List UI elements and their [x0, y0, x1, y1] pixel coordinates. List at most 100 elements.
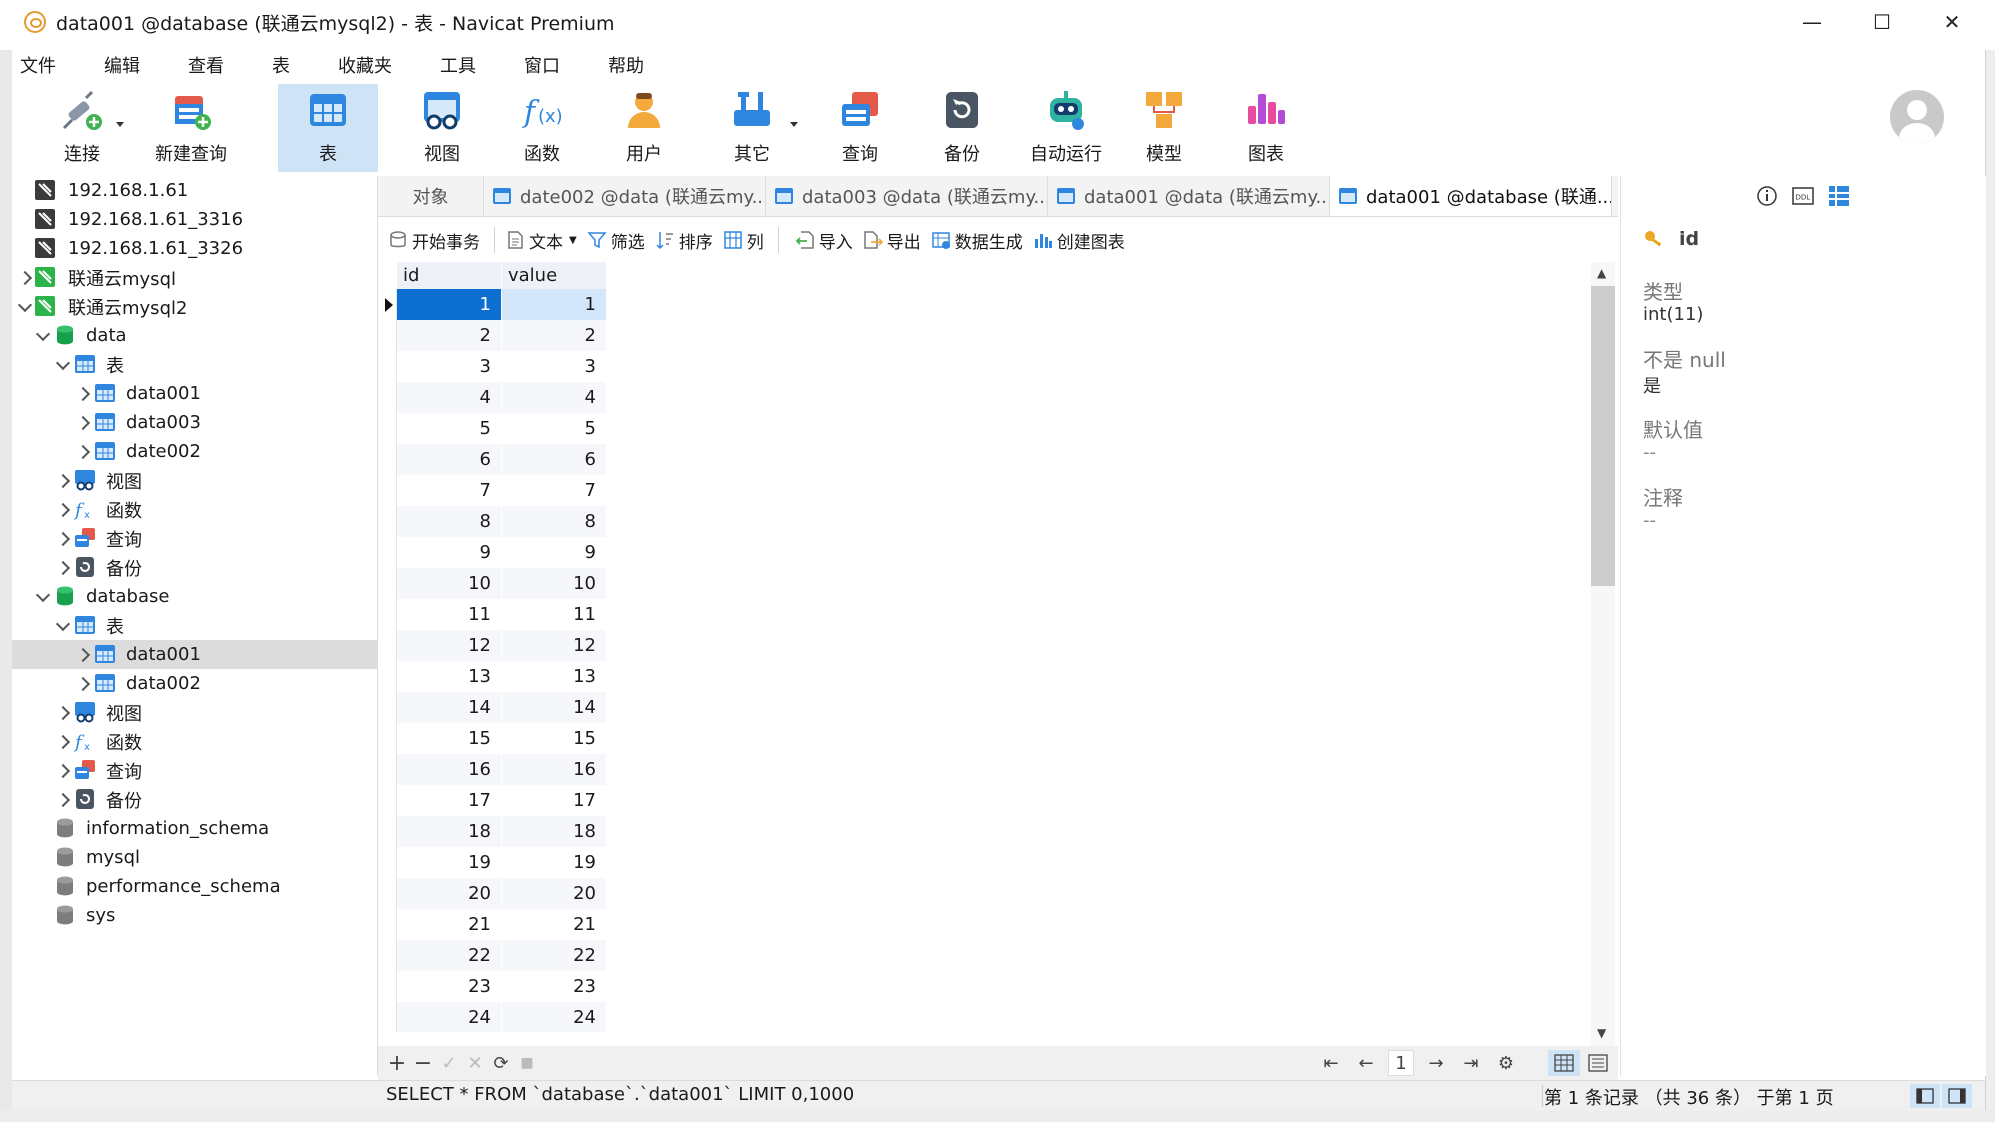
chevron-right-icon[interactable]	[17, 270, 33, 286]
cell-id[interactable]: 8	[397, 506, 502, 537]
menu-favorites[interactable]: 收藏夹	[338, 52, 392, 78]
table-row[interactable]: 55	[381, 413, 607, 444]
chevron-right-icon[interactable]	[55, 763, 71, 779]
cell-value[interactable]: 13	[502, 661, 607, 692]
cell-id[interactable]: 24	[397, 1002, 502, 1032]
row-marker[interactable]	[381, 475, 397, 506]
menu-tools[interactable]: 工具	[440, 52, 476, 78]
cell-value[interactable]: 1	[502, 289, 607, 320]
cell-value[interactable]: 23	[502, 971, 607, 1002]
row-marker[interactable]	[381, 971, 397, 1002]
toolbar-view-button[interactable]: 视图	[394, 84, 490, 172]
close-button[interactable]: ✕	[1917, 0, 1987, 44]
tree-item[interactable]: 查询	[12, 524, 377, 553]
row-marker[interactable]	[381, 878, 397, 909]
table-row[interactable]: 14 14	[381, 692, 607, 723]
table-row[interactable]: 11 11	[381, 599, 607, 630]
text-view-button[interactable]: 文本 ▼	[505, 228, 577, 253]
table-row[interactable]: 18 18	[381, 816, 607, 847]
scroll-down-icon[interactable]: ▼	[1597, 1026, 1606, 1040]
tree-item[interactable]: 表	[12, 350, 377, 379]
toolbar-user-button[interactable]: 用户	[596, 84, 692, 172]
chevron-down-icon[interactable]	[17, 297, 33, 313]
tab-data001-data[interactable]: data001 @data (联通云my...	[1048, 176, 1330, 216]
cell-id[interactable]: 9	[397, 537, 502, 568]
tab-data001-database[interactable]: data001 @database (联通...	[1330, 176, 1612, 216]
prev-page-button[interactable]: ←	[1353, 1050, 1379, 1076]
chevron-right-icon[interactable]	[75, 444, 91, 460]
chevron-right-icon[interactable]	[55, 734, 71, 750]
row-marker[interactable]	[381, 537, 397, 568]
table-row[interactable]: 10 10	[381, 568, 607, 599]
first-page-button[interactable]: ⇤	[1318, 1050, 1344, 1076]
table-row[interactable]: 21 21	[381, 909, 607, 940]
data-generation-button[interactable]: 数据生成	[931, 228, 1023, 253]
cell-id[interactable]: 20	[397, 878, 502, 909]
tree-item[interactable]: 192.168.1.61_3316	[12, 205, 377, 234]
chevron-right-icon[interactable]	[55, 560, 71, 576]
row-marker[interactable]	[381, 1002, 397, 1032]
chevron-right-icon[interactable]	[55, 531, 71, 547]
toolbar-chart-button[interactable]: 图表	[1218, 84, 1314, 172]
tab-objects[interactable]: 对象	[378, 176, 484, 216]
cell-id[interactable]: 14	[397, 692, 502, 723]
columns-button[interactable]: 列	[723, 228, 764, 253]
cell-id[interactable]: 18	[397, 816, 502, 847]
cell-value[interactable]: 24	[502, 1002, 607, 1032]
chevron-right-icon[interactable]	[75, 415, 91, 431]
menu-edit[interactable]: 编辑	[104, 52, 140, 78]
tree-item[interactable]: data003	[12, 408, 377, 437]
row-marker[interactable]	[381, 692, 397, 723]
table-row[interactable]: 24 24	[381, 1002, 607, 1032]
grid-view-button[interactable]	[1548, 1050, 1580, 1076]
table-row[interactable]: 20 20	[381, 878, 607, 909]
cell-value[interactable]: 5	[502, 413, 607, 444]
cell-value[interactable]: 17	[502, 785, 607, 816]
table-row[interactable]: 22	[381, 320, 607, 351]
tree-item[interactable]: 视图	[12, 466, 377, 495]
row-marker[interactable]	[381, 785, 397, 816]
toolbar-query-button[interactable]: 查询	[812, 84, 908, 172]
other-dropdown-icon[interactable]	[790, 122, 798, 127]
scrollbar-thumb[interactable]	[1591, 286, 1615, 586]
chevron-right-icon[interactable]	[55, 473, 71, 489]
tree-item[interactable]: database	[12, 582, 377, 611]
menu-help[interactable]: 帮助	[608, 52, 644, 78]
cell-id[interactable]: 10	[397, 568, 502, 599]
table-row[interactable]: 13 13	[381, 661, 607, 692]
menu-view[interactable]: 查看	[188, 52, 224, 78]
tree-item[interactable]: 192.168.1.61	[12, 176, 377, 205]
cell-value[interactable]: 18	[502, 816, 607, 847]
grid-vertical-scrollbar[interactable]: ▲ ▼	[1591, 262, 1615, 1046]
tab-data003-data[interactable]: data003 @data (联通云my...	[766, 176, 1048, 216]
row-marker[interactable]	[381, 320, 397, 351]
chevron-right-icon[interactable]	[55, 792, 71, 808]
tab-date002-data[interactable]: date002 @data (联通云my...	[484, 176, 766, 216]
cell-value[interactable]: 10	[502, 568, 607, 599]
table-row[interactable]: 66	[381, 444, 607, 475]
menu-window[interactable]: 窗口	[524, 52, 560, 78]
toolbar-connect-button[interactable]: 连接	[36, 84, 128, 172]
cell-id[interactable]: 23	[397, 971, 502, 1002]
chevron-right-icon[interactable]	[55, 502, 71, 518]
row-marker[interactable]	[381, 444, 397, 475]
cell-value[interactable]: 11	[502, 599, 607, 630]
cell-id[interactable]: 19	[397, 847, 502, 878]
row-marker[interactable]	[381, 754, 397, 785]
stop-button[interactable]: ■	[514, 1050, 540, 1076]
row-marker[interactable]	[381, 382, 397, 413]
table-row[interactable]: 12 12	[381, 630, 607, 661]
sort-button[interactable]: 排序	[655, 228, 713, 253]
scroll-up-icon[interactable]: ▲	[1597, 266, 1606, 280]
cell-value[interactable]: 14	[502, 692, 607, 723]
toggle-left-panel-button[interactable]	[1910, 1084, 1940, 1108]
toolbar-new-query-button[interactable]: 新建查询	[136, 84, 246, 172]
refresh-button[interactable]: ⟳	[488, 1050, 514, 1076]
form-view-button[interactable]	[1582, 1050, 1614, 1076]
row-marker[interactable]	[381, 599, 397, 630]
row-marker[interactable]	[381, 909, 397, 940]
toolbar-function-button[interactable]: f (x) 函数	[494, 84, 590, 172]
page-settings-button[interactable]: ⚙	[1493, 1050, 1519, 1076]
cell-value[interactable]: 16	[502, 754, 607, 785]
chevron-right-icon[interactable]	[75, 647, 91, 663]
